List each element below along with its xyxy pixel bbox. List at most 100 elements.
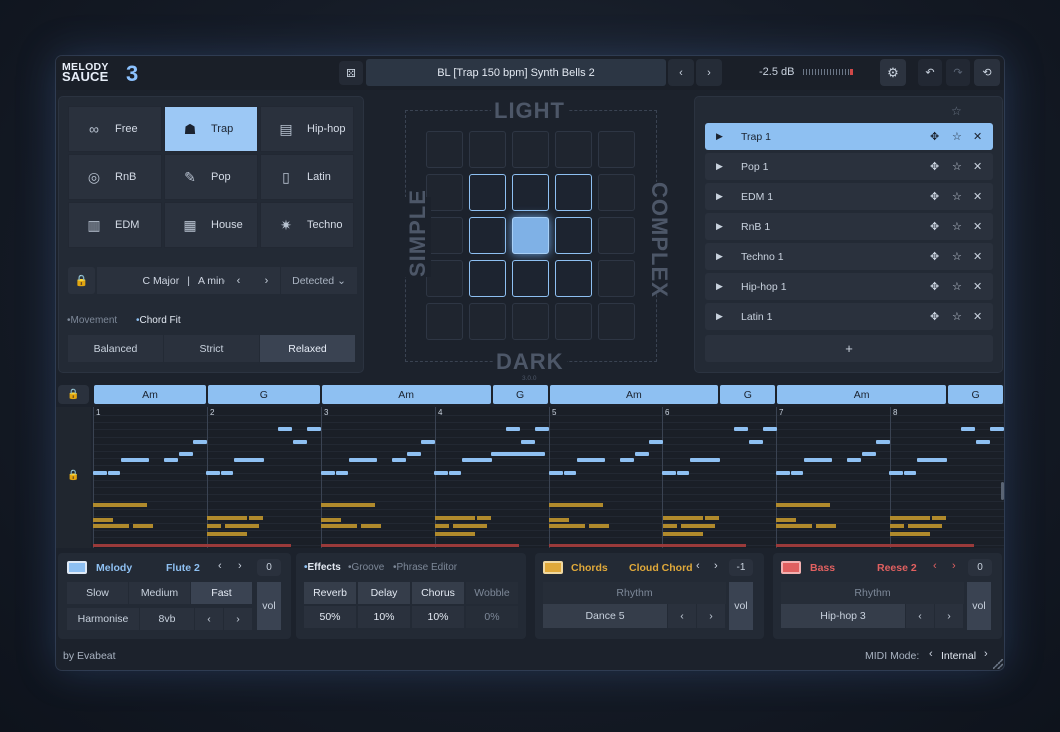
- chord-note[interactable]: [548, 518, 569, 522]
- melody-note[interactable]: [505, 427, 520, 431]
- melody-note[interactable]: [193, 440, 207, 444]
- bass-octave-value[interactable]: 0: [968, 559, 992, 576]
- play-icon[interactable]: ▶: [716, 311, 723, 322]
- pad-cell[interactable]: [512, 174, 549, 211]
- star-icon[interactable]: ☆: [952, 160, 962, 173]
- chord-note[interactable]: [93, 503, 127, 507]
- melody-note[interactable]: [762, 427, 777, 431]
- pad-cell[interactable]: [598, 131, 635, 168]
- chords-octave-value[interactable]: -1: [729, 559, 753, 576]
- genre-house[interactable]: ▦ House: [164, 202, 258, 248]
- fx-wobble-value[interactable]: 0%: [466, 606, 518, 628]
- pattern-row[interactable]: ▶ Latin 1 ✥ ☆ ✕: [705, 303, 993, 330]
- melody-note[interactable]: [990, 427, 1004, 431]
- melody-prev-icon[interactable]: ‹: [218, 560, 222, 572]
- bass-note[interactable]: [776, 544, 974, 547]
- key-prev-button[interactable]: ‹: [225, 267, 252, 294]
- favorites-filter-star-icon[interactable]: ☆: [951, 104, 962, 118]
- melody-note[interactable]: [420, 440, 435, 444]
- harmonise-next-button[interactable]: ›: [224, 608, 252, 630]
- melody-octave-value[interactable]: 0: [257, 559, 281, 576]
- chord-note[interactable]: [890, 516, 931, 520]
- genre-pop[interactable]: ✎ Pop: [164, 154, 258, 200]
- chord-note[interactable]: [93, 524, 129, 528]
- fx-chorus[interactable]: Chorus: [412, 582, 464, 604]
- bass-instrument[interactable]: Reese 2: [877, 562, 917, 574]
- melody-note[interactable]: [862, 452, 877, 456]
- chords-rhythm-prev-button[interactable]: ‹: [668, 604, 696, 628]
- fx-delay-value[interactable]: 10%: [358, 606, 410, 628]
- close-icon[interactable]: ✕: [973, 130, 982, 143]
- roll-scrollbar[interactable]: [1001, 482, 1004, 500]
- pad-cell[interactable]: [469, 303, 506, 340]
- melody-note[interactable]: [307, 427, 321, 431]
- key-next-button[interactable]: ›: [253, 267, 280, 294]
- pad-cell[interactable]: [426, 131, 463, 168]
- dice-icon[interactable]: ⚄: [339, 61, 363, 85]
- chord-note[interactable]: [127, 503, 147, 507]
- melody-note[interactable]: [278, 427, 292, 431]
- melody-note[interactable]: [634, 452, 649, 456]
- chord-note[interactable]: [320, 524, 357, 528]
- pad-cell[interactable]: [469, 131, 506, 168]
- melody-note[interactable]: [234, 458, 264, 462]
- chord-note[interactable]: [133, 524, 153, 528]
- chord-note[interactable]: [207, 524, 221, 528]
- chord-block[interactable]: Am: [94, 385, 206, 404]
- chord-note[interactable]: [810, 503, 831, 507]
- bass-rhythm-next-button[interactable]: ›: [935, 604, 963, 628]
- chord-note[interactable]: [662, 532, 703, 536]
- chords-vol-knob[interactable]: vol: [729, 582, 753, 630]
- genre-rnb[interactable]: ◎ RnB: [68, 154, 162, 200]
- melody-note[interactable]: [179, 452, 193, 456]
- chord-note[interactable]: [680, 524, 715, 528]
- bass-note[interactable]: [548, 544, 747, 547]
- pad-cell[interactable]: [598, 174, 635, 211]
- chord-lock-icon[interactable]: 🔒: [58, 385, 89, 404]
- resize-handle[interactable]: [993, 659, 1003, 669]
- midi-mode-value[interactable]: Internal: [941, 650, 976, 662]
- star-icon[interactable]: ☆: [952, 130, 962, 143]
- chord-note[interactable]: [776, 524, 813, 528]
- pad-cell[interactable]: [469, 174, 506, 211]
- chord-note[interactable]: [354, 503, 375, 507]
- chord-block[interactable]: G: [948, 385, 1003, 404]
- chord-note[interactable]: [207, 516, 247, 520]
- fx-chorus-value[interactable]: 10%: [412, 606, 464, 628]
- play-icon[interactable]: ▶: [716, 251, 723, 262]
- history-icon[interactable]: ⟲: [974, 59, 1000, 86]
- fit-relaxed[interactable]: Relaxed: [260, 335, 355, 362]
- bass-note[interactable]: [93, 544, 291, 547]
- close-icon[interactable]: ✕: [973, 160, 982, 173]
- close-icon[interactable]: ✕: [973, 250, 982, 263]
- fx-reverb[interactable]: Reverb: [304, 582, 356, 604]
- chord-note[interactable]: [548, 503, 583, 507]
- pad-cell[interactable]: [469, 217, 506, 254]
- star-icon[interactable]: ☆: [952, 250, 962, 263]
- chord-note[interactable]: [207, 532, 247, 536]
- chord-note[interactable]: [93, 518, 113, 522]
- melody-note[interactable]: [433, 471, 448, 475]
- melody-note[interactable]: [889, 471, 904, 475]
- speed-medium[interactable]: Medium: [129, 582, 190, 604]
- melody-vol-knob[interactable]: vol: [257, 582, 281, 630]
- chord-note[interactable]: [588, 524, 609, 528]
- genre-trap[interactable]: ☗ Trap: [164, 106, 258, 152]
- piano-roll[interactable]: 1 2 3 4 5 6 7 8: [93, 407, 1004, 548]
- pattern-row[interactable]: ▶ Trap 1 ✥ ☆ ✕: [705, 123, 993, 150]
- melody-note[interactable]: [320, 471, 335, 475]
- pad-cell[interactable]: [512, 217, 549, 254]
- undo-icon[interactable]: ↶: [918, 59, 942, 86]
- chord-note[interactable]: [452, 524, 487, 528]
- midi-prev-icon[interactable]: ‹: [929, 648, 933, 660]
- bass-note[interactable]: [320, 544, 519, 547]
- melody-note[interactable]: [335, 471, 348, 475]
- move-icon[interactable]: ✥: [930, 190, 939, 203]
- preset-name[interactable]: BL [Trap 150 bpm] Synth Bells 2: [366, 59, 666, 86]
- tab-phrase-editor[interactable]: •Phrase Editor: [393, 562, 457, 573]
- fx-delay[interactable]: Delay: [358, 582, 410, 604]
- chord-note[interactable]: [548, 524, 585, 528]
- speed-fast[interactable]: Fast: [191, 582, 252, 604]
- tab-groove[interactable]: •Groove: [348, 562, 384, 573]
- chord-note[interactable]: [225, 524, 259, 528]
